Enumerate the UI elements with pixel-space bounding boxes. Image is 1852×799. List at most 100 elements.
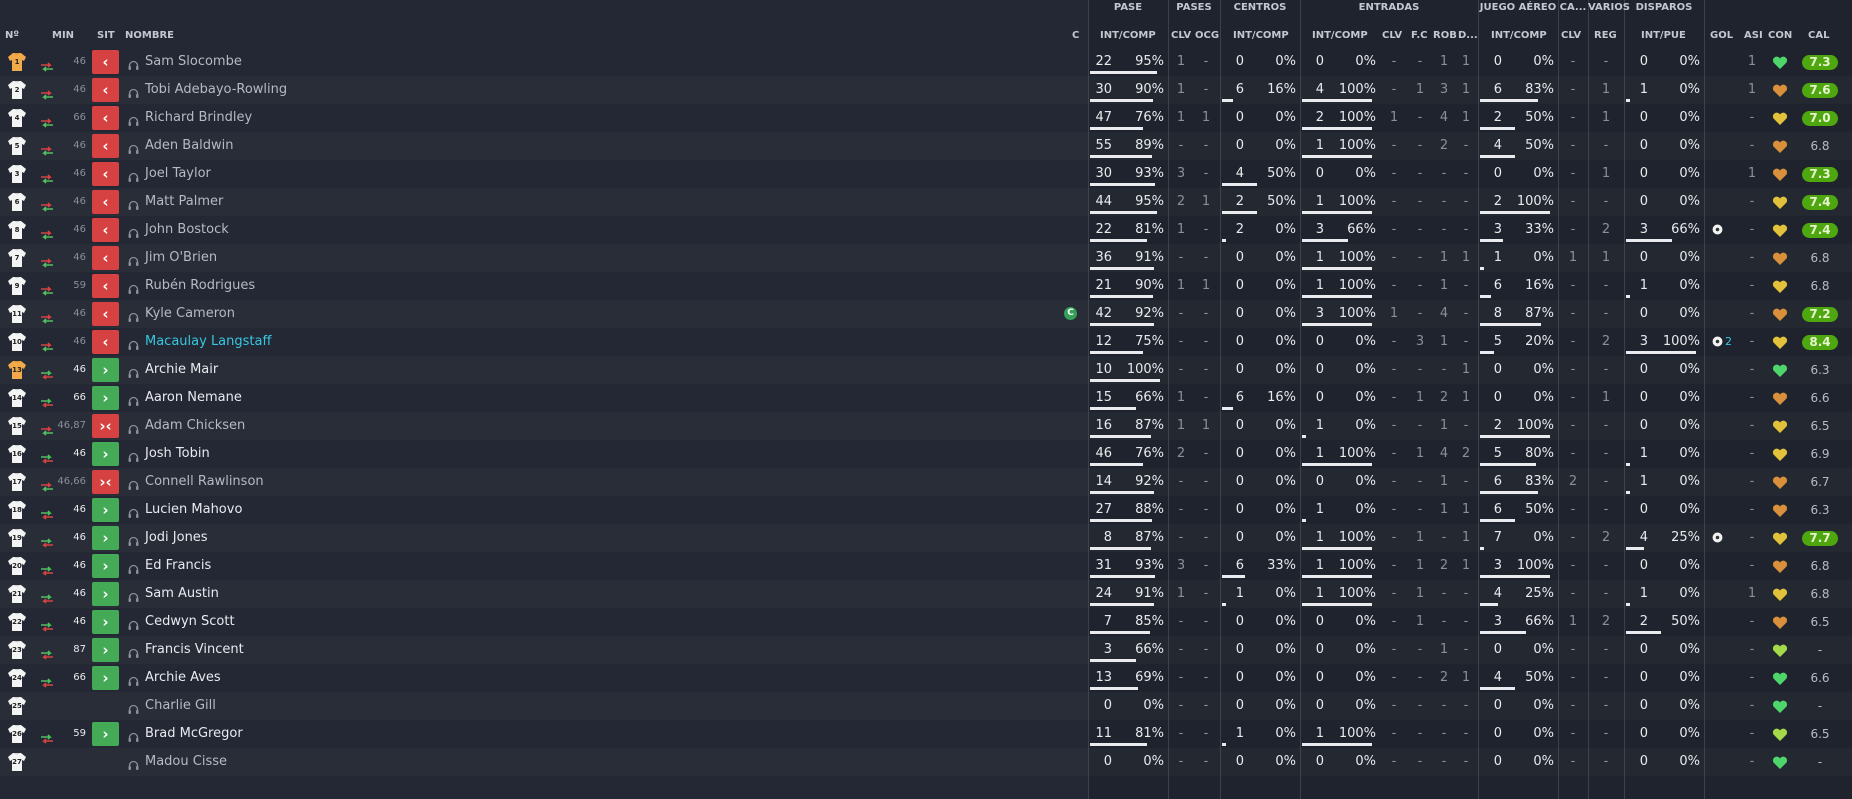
player-name[interactable]: Jodi Jones xyxy=(145,524,505,552)
table-row[interactable]: 2 46 ‹ Tobi Adebayo-Rowling 30 90% 1-6 16% 4 100%… xyxy=(0,76,1852,104)
subbed-off-button[interactable]: ‹ xyxy=(92,134,119,158)
subbed-off-button[interactable]: ‹ xyxy=(92,218,119,242)
player-name[interactable]: John Bostock xyxy=(145,216,505,244)
subbed-on-button[interactable]: › xyxy=(92,610,119,634)
col-header-pase-intcomp[interactable]: INT/COMP xyxy=(1100,27,1156,45)
table-row[interactable]: 18 46 › Lucien Mahovo 27 88% - -0 0% 1 0% - -1 1 6 50% -… xyxy=(0,496,1852,524)
col-header-gol[interactable]: GOL xyxy=(1710,27,1733,45)
col-header-entradas-clv[interactable]: CLV xyxy=(1382,27,1402,45)
subbed-on-button[interactable]: › xyxy=(92,526,119,550)
col-header-entradas-rob[interactable]: ROB xyxy=(1433,27,1457,45)
player-name[interactable]: Rubén Rodrigues xyxy=(145,272,505,300)
player-name[interactable]: Jim O'Brien xyxy=(145,244,505,272)
player-name[interactable]: Aaron Nemane xyxy=(145,384,505,412)
player-name[interactable]: Lucien Mahovo xyxy=(145,496,505,524)
player-name[interactable]: Adam Chicksen xyxy=(145,412,505,440)
subbed-on-button[interactable]: › xyxy=(92,442,119,466)
subbed-off-button[interactable]: ‹ xyxy=(92,190,119,214)
table-row[interactable]: 15 46,87 ›‹ Adam Chicksen 16 87% 1 1 0 0% 1 0% - -1-2… xyxy=(0,412,1852,440)
pases-clv: 3 xyxy=(1176,166,1186,181)
col-header-entradas-intcomp[interactable]: INT/COMP xyxy=(1312,27,1368,45)
table-row[interactable]: 10 46 ‹ Macaulay Langstaff 12 75% - -0 0% 0 0% -3 1-… xyxy=(0,328,1852,356)
subbed-on-button[interactable]: › xyxy=(92,554,119,578)
player-name[interactable]: Sam Slocombe xyxy=(145,48,505,76)
player-name[interactable]: Archie Aves xyxy=(145,664,505,692)
col-header-entradas-d[interactable]: D... xyxy=(1458,27,1478,45)
col-header-con[interactable]: CON xyxy=(1768,27,1792,45)
player-name[interactable]: Tobi Adebayo-Rowling xyxy=(145,76,505,104)
col-header-aereo-intcomp[interactable]: INT/COMP xyxy=(1491,27,1547,45)
table-row[interactable]: 24 66 › Archie Aves 13 69% - -0 0% 0 0% - -2 1 4 50% - -0… xyxy=(0,664,1852,692)
col-header-c[interactable]: C xyxy=(1072,27,1079,45)
col-header-pases-clv[interactable]: CLV xyxy=(1171,27,1191,45)
condition-heart-icon xyxy=(1772,195,1788,209)
table-row[interactable]: 13 46 › Archie Mair 10 100% - -0 0% 0 0% - - -1 0 0% - -0… xyxy=(0,356,1852,384)
col-header-entradas-fc[interactable]: F.C xyxy=(1411,27,1428,45)
player-name[interactable]: Ed Francis xyxy=(145,552,505,580)
col-header-cal[interactable]: CAL xyxy=(1808,27,1829,45)
player-name[interactable]: Brad McGregor xyxy=(145,720,505,748)
subbed-on-button[interactable]: › xyxy=(92,666,119,690)
table-row[interactable]: 27 Madou Cisse 0 0% - -0 0% 0 0% - - - -0 0% - -0 0% - - xyxy=(0,748,1852,776)
player-name[interactable]: Cedwyn Scott xyxy=(145,608,505,636)
subbed-off-button[interactable]: ‹ xyxy=(92,50,119,74)
player-name[interactable]: Connell Rawlinson xyxy=(145,468,505,496)
table-row[interactable]: 17 46,66 ›‹ Connell Rawlinson 14 92% - -0 0% 0 0% -… xyxy=(0,468,1852,496)
player-name[interactable]: Sam Austin xyxy=(145,580,505,608)
subbed-off-button[interactable]: ‹ xyxy=(92,106,119,130)
table-row[interactable]: 23 87 › Francis Vincent 3 66% - -0 0% 0 0% - -1-0 0% -… xyxy=(0,636,1852,664)
col-header-pases-ocg[interactable]: OCG xyxy=(1195,27,1219,45)
subbed-off-button[interactable]: ‹ xyxy=(92,330,119,354)
table-row[interactable]: 8 46 ‹ John Bostock 22 81% 1-2 0% 3 66% - - - -3 33% -2… xyxy=(0,216,1852,244)
col-header-sit[interactable]: SIT xyxy=(97,27,115,45)
player-name[interactable]: Madou Cisse xyxy=(145,748,505,776)
subbed-on-off-button[interactable]: ›‹ xyxy=(92,470,119,494)
table-row[interactable]: 1 46 ‹ Sam Slocombe 22 95% 1-0 0% 0 0% - -1 1 0 0% - -0 0… xyxy=(0,48,1852,76)
table-row[interactable]: 3 46 ‹ Joel Taylor 30 93% 3-4 50% 0 0% - - - -0 0% -1 0 0… xyxy=(0,160,1852,188)
table-row[interactable]: 16 46 › Josh Tobin 46 76% 2-0 0% 1 100% -1 4 2 5 80% - -… xyxy=(0,440,1852,468)
player-name[interactable]: Macaulay Langstaff xyxy=(145,328,505,356)
player-name[interactable]: Richard Brindley xyxy=(145,104,505,132)
col-header-asi[interactable]: ASI xyxy=(1744,27,1763,45)
table-row[interactable]: 14 66 › Aaron Nemane 15 66% 1-6 16% 0 0% -1 2 1 0 0% -1… xyxy=(0,384,1852,412)
player-name[interactable]: Kyle Cameron xyxy=(145,300,505,328)
table-row[interactable]: 5 46 ‹ Aden Baldwin 55 89% - -0 0% 1 100% - -2-4 50% -… xyxy=(0,132,1852,160)
col-header-ca-clv[interactable]: CLV xyxy=(1561,27,1581,45)
subbed-on-button[interactable]: › xyxy=(92,582,119,606)
player-name[interactable]: Matt Palmer xyxy=(145,188,505,216)
table-row[interactable]: 22 46 › Cedwyn Scott 7 85% - -0 0% 0 0% -1- -3 66% 1 2 2… xyxy=(0,608,1852,636)
table-row[interactable]: 26 59 › Brad McGregor 11 81% - -1 0% 1 100% - - - -0 0%… xyxy=(0,720,1852,748)
table-row[interactable]: 7 46 ‹ Jim O'Brien 36 91% - -0 0% 1 100% - -1 1 1 0% 1 1 0… xyxy=(0,244,1852,272)
subbed-off-button[interactable]: ‹ xyxy=(92,246,119,270)
subbed-off-button[interactable]: ‹ xyxy=(92,162,119,186)
subbed-on-button[interactable]: › xyxy=(92,638,119,662)
col-header-centros-intcomp[interactable]: INT/COMP xyxy=(1233,27,1289,45)
col-header-num[interactable]: Nº xyxy=(5,27,19,45)
table-row[interactable]: 21 46 › Sam Austin 24 91% 1-1 0% 1 100% -1- -4 25% - -… xyxy=(0,580,1852,608)
player-name[interactable]: Francis Vincent xyxy=(145,636,505,664)
table-row[interactable]: 20 46 › Ed Francis 31 93% 3-6 33% 1 100% -1 2 1 3 100%… xyxy=(0,552,1852,580)
player-name[interactable]: Aden Baldwin xyxy=(145,132,505,160)
subbed-off-button[interactable]: ‹ xyxy=(92,78,119,102)
subbed-on-button[interactable]: › xyxy=(92,386,119,410)
table-row[interactable]: 11 46 ‹ Kyle Cameron C 42 92% - -0 0% 3 100% 1-4-8 87… xyxy=(0,300,1852,328)
subbed-on-button[interactable]: › xyxy=(92,358,119,382)
table-row[interactable]: 19 46 › Jodi Jones 8 87% - -0 0% 1 100% -1-1 7 0% -2 4 2… xyxy=(0,524,1852,552)
player-name[interactable]: Joel Taylor xyxy=(145,160,505,188)
col-header-varios-reg[interactable]: REG xyxy=(1594,27,1617,45)
table-row[interactable]: 4 66 ‹ Richard Brindley 47 76% 1 1 0 0% 2 100% 1-4 1 2… xyxy=(0,104,1852,132)
col-header-disparos-intpue[interactable]: INT/PUE xyxy=(1641,27,1686,45)
subbed-off-button[interactable]: ‹ xyxy=(92,274,119,298)
player-name[interactable]: Charlie Gill xyxy=(145,692,505,720)
subbed-on-button[interactable]: › xyxy=(92,722,119,746)
table-row[interactable]: 6 46 ‹ Matt Palmer 44 95% 2 1 2 50% 1 100% - - - -2 100%… xyxy=(0,188,1852,216)
col-header-min[interactable]: MIN xyxy=(52,27,74,45)
subbed-off-button[interactable]: ‹ xyxy=(92,302,119,326)
col-header-nombre[interactable]: NOMBRE xyxy=(125,27,174,45)
table-row[interactable]: 9 59 ‹ Rubén Rodrigues 21 90% 1 1 0 0% 1 100% - -1-6 1… xyxy=(0,272,1852,300)
player-name[interactable]: Josh Tobin xyxy=(145,440,505,468)
player-name[interactable]: Archie Mair xyxy=(145,356,505,384)
subbed-on-off-button[interactable]: ›‹ xyxy=(92,414,119,438)
table-row[interactable]: 25 Charlie Gill 0 0% - -0 0% 0 0% - - - -0 0% - -0 0% - - xyxy=(0,692,1852,720)
subbed-on-button[interactable]: › xyxy=(92,498,119,522)
